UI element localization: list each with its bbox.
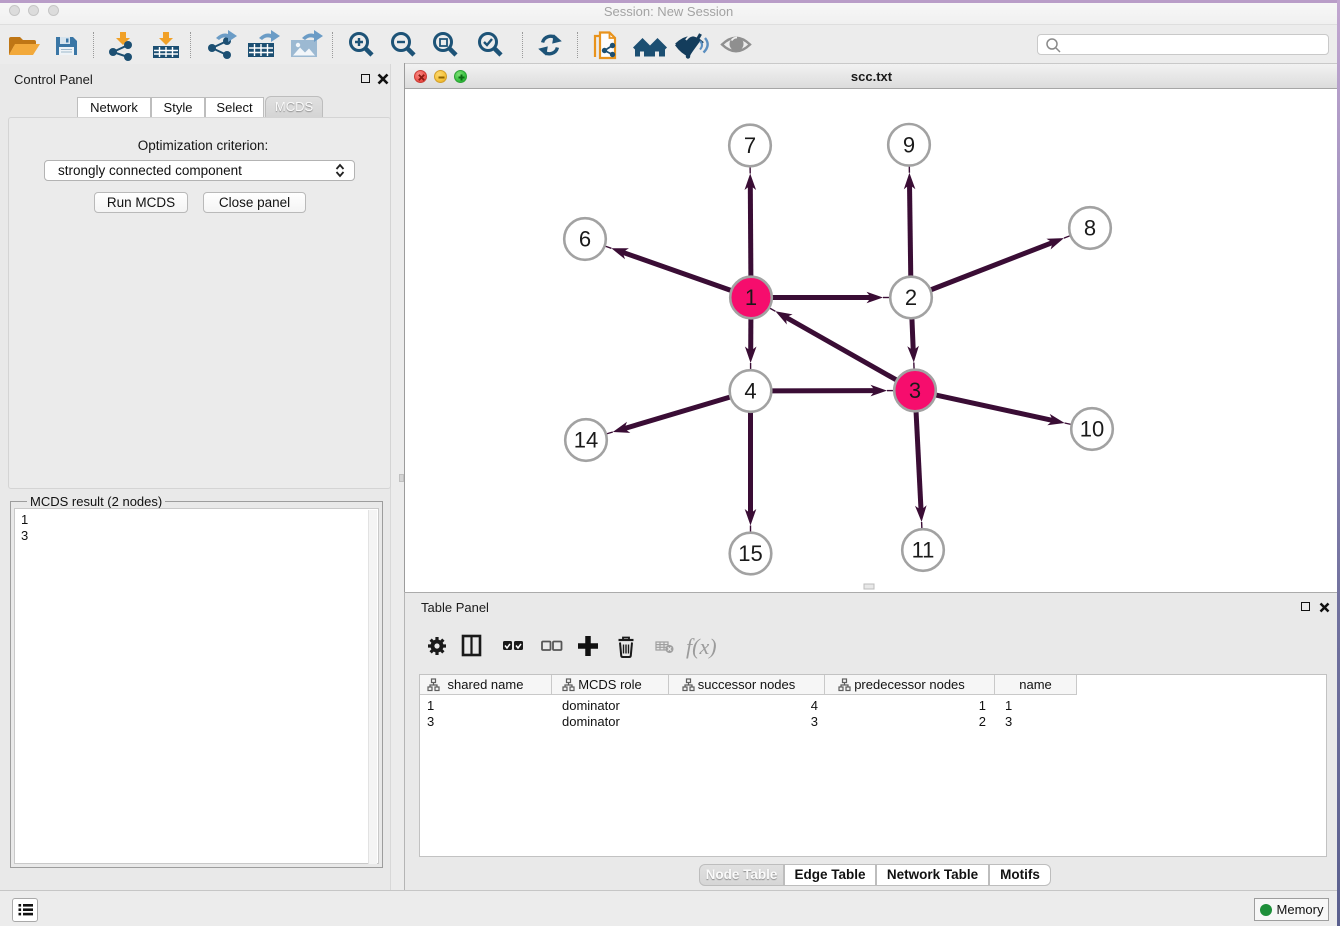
svg-text:11: 11	[912, 538, 935, 563]
svg-text:9: 9	[903, 132, 915, 157]
svg-text:f(x): f(x)	[686, 634, 717, 659]
svg-text:4: 4	[744, 379, 756, 404]
svg-text:8: 8	[1084, 216, 1096, 241]
svg-text:3: 3	[909, 378, 921, 403]
svg-text:7: 7	[744, 133, 756, 158]
svg-text:15: 15	[738, 541, 762, 566]
svg-text:1: 1	[745, 285, 757, 310]
svg-text:14: 14	[574, 428, 598, 453]
svg-text:6: 6	[579, 227, 591, 252]
svg-text:10: 10	[1080, 417, 1104, 442]
svg-text:2: 2	[905, 285, 917, 310]
